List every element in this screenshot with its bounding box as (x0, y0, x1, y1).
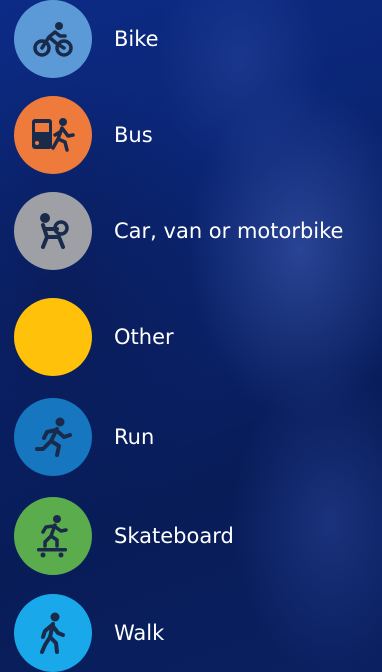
option-label: Other (114, 325, 174, 349)
option-run[interactable]: Run (14, 398, 374, 476)
run-icon (14, 398, 92, 476)
option-car-van-motorbike[interactable]: Car, van or motorbike (14, 192, 374, 270)
option-label: Car, van or motorbike (114, 219, 344, 243)
option-label: Bus (114, 123, 153, 147)
car-icon (14, 192, 92, 270)
option-skateboard[interactable]: Skateboard (14, 497, 374, 575)
option-label: Walk (114, 621, 165, 645)
other-icon (14, 298, 92, 376)
option-label: Run (114, 425, 155, 449)
option-label: Bike (114, 27, 159, 51)
option-bike[interactable]: Bike (14, 0, 374, 78)
option-other[interactable]: Other (14, 298, 374, 376)
bus-icon (14, 96, 92, 174)
option-label: Skateboard (114, 524, 234, 548)
option-bus[interactable]: Bus (14, 96, 374, 174)
walk-icon (14, 594, 92, 672)
travel-mode-list: Bike Bus Car, van or motorbike Other Run… (0, 0, 382, 672)
skateboard-icon (14, 497, 92, 575)
bike-icon (14, 0, 92, 78)
option-walk[interactable]: Walk (14, 594, 374, 672)
